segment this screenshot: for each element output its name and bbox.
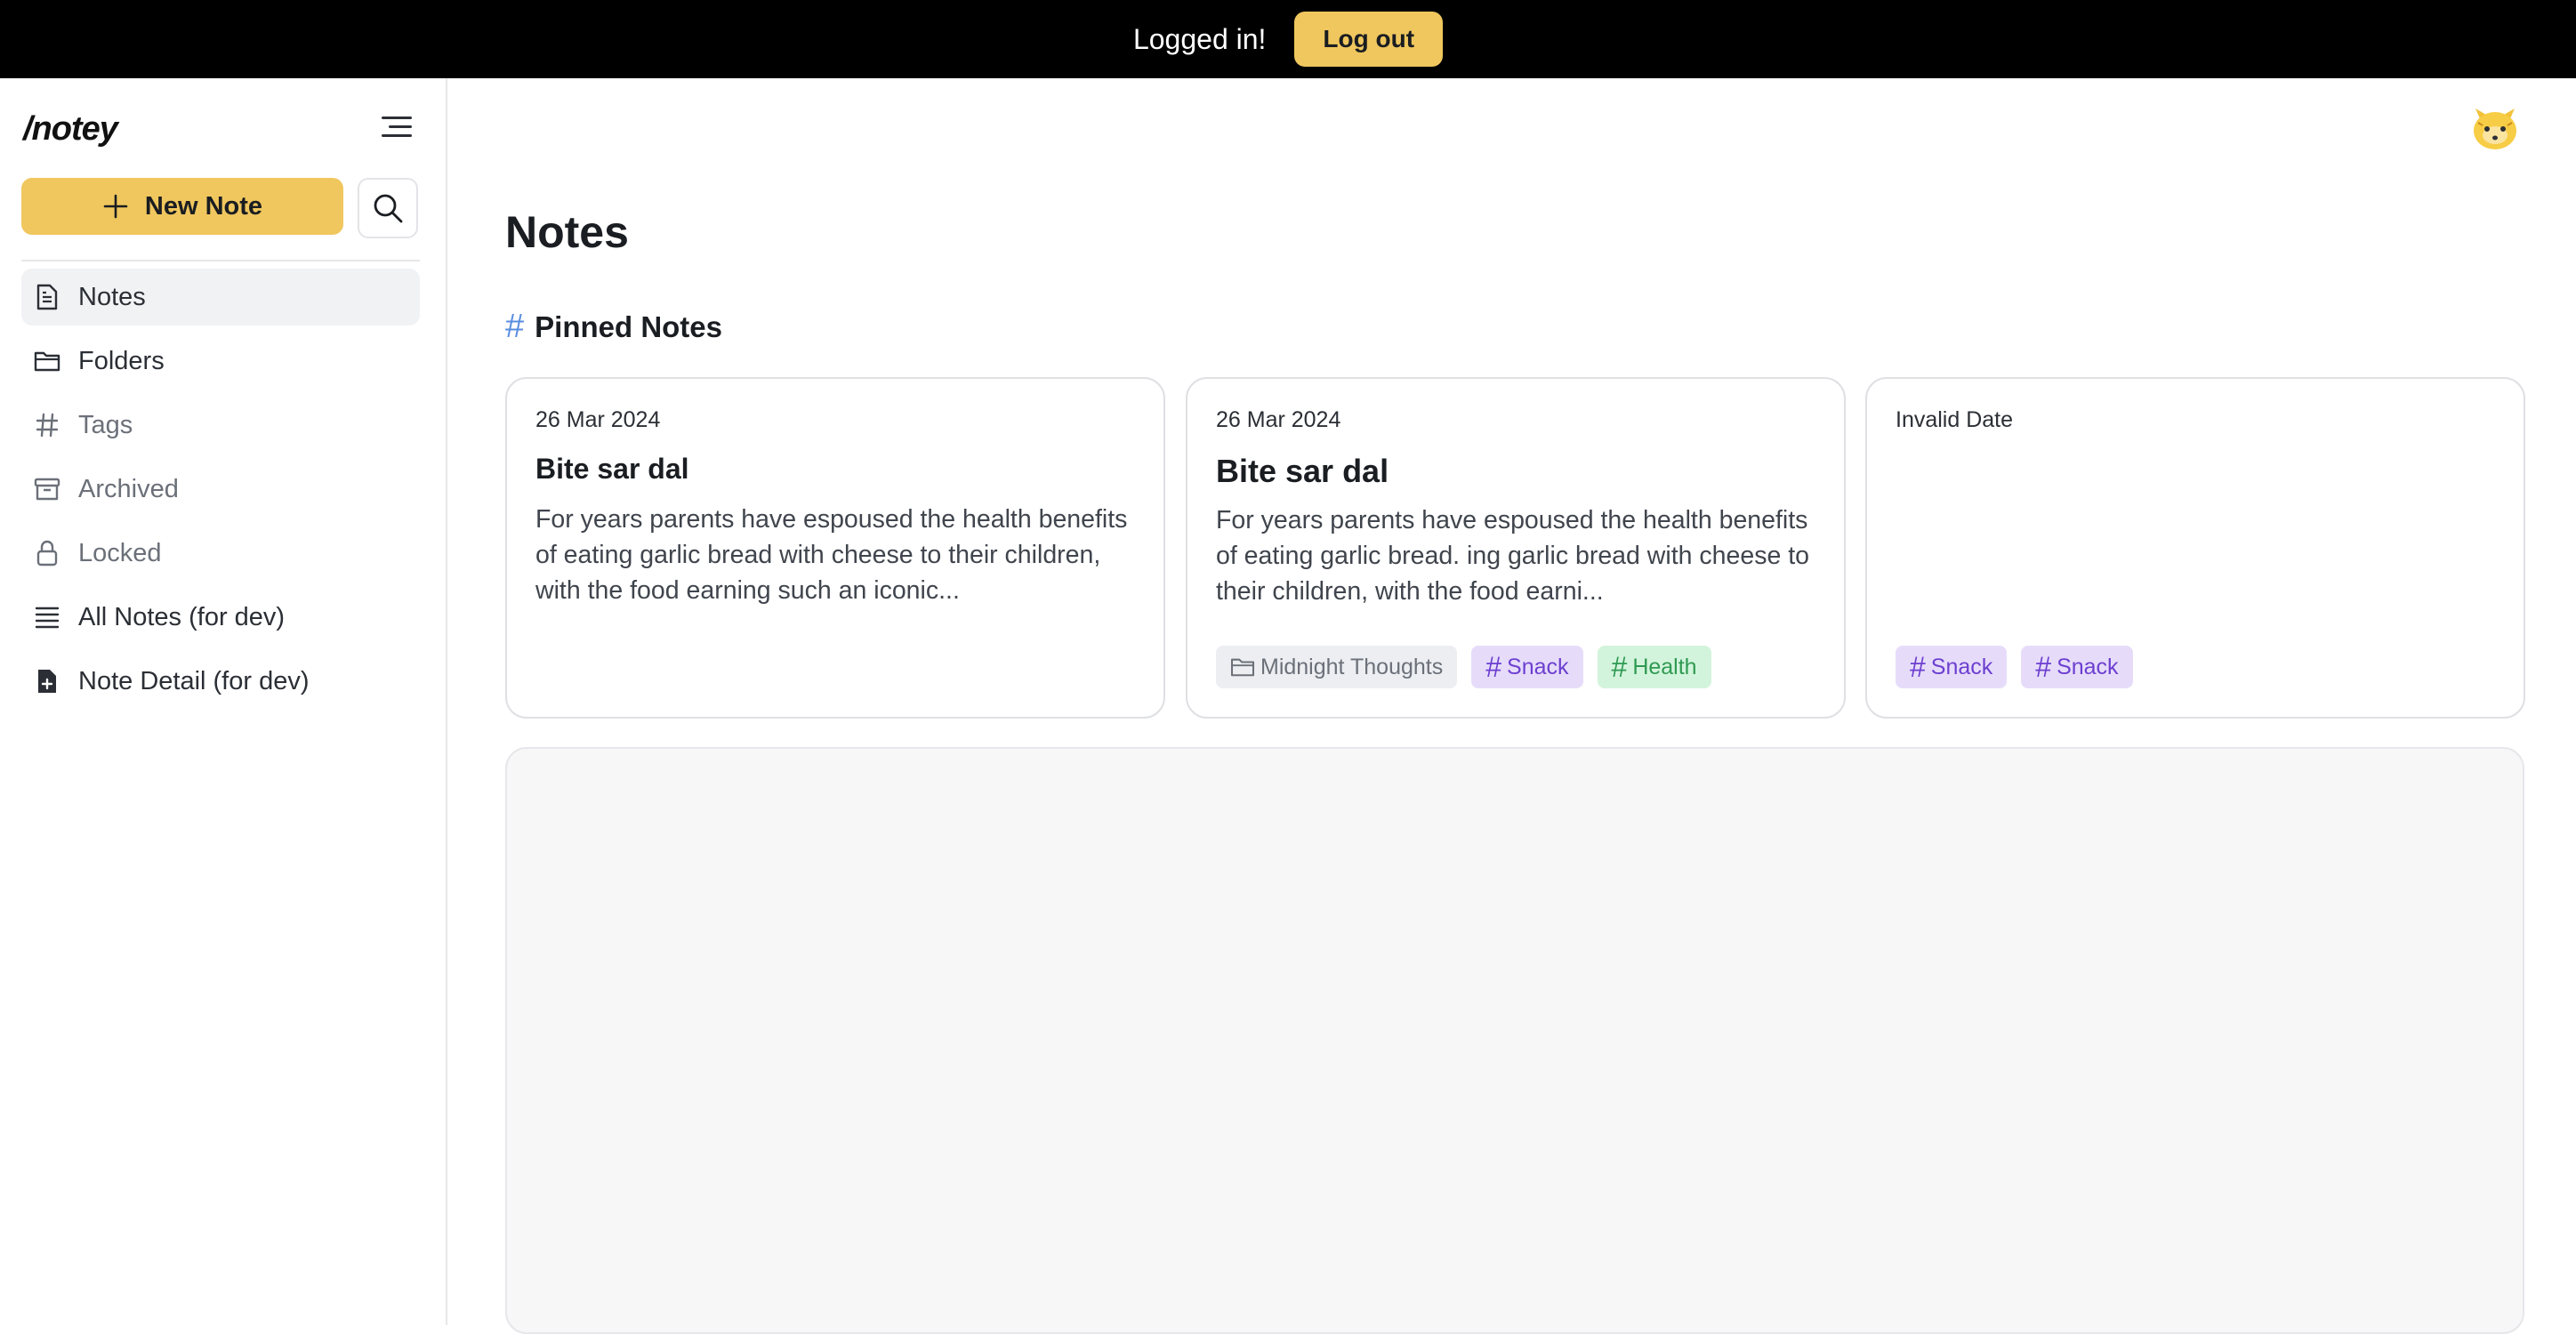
- note-card[interactable]: 26 Mar 2024 Bite sar dal For years paren…: [505, 377, 1165, 719]
- login-status-bar: Logged in! Log out: [0, 0, 2576, 78]
- hash-icon: [34, 412, 60, 438]
- folder-badge[interactable]: Midnight Thoughts: [1216, 646, 1458, 688]
- list-icon: [34, 604, 60, 631]
- sidebar-item-label: Tags: [78, 410, 133, 439]
- document-icon: [34, 284, 60, 310]
- page-title: Notes: [505, 207, 629, 257]
- file-plus-icon: [34, 668, 60, 695]
- user-avatar[interactable]: [2467, 100, 2523, 155]
- note-card[interactable]: Invalid Date # Snack # Snack: [1865, 377, 2525, 719]
- login-status-message: Logged in!: [1132, 22, 1267, 55]
- note-title: Bite sar dal: [535, 453, 689, 485]
- pinned-notes-header: # Pinned Notes: [505, 308, 722, 346]
- tag-badge[interactable]: # Snack: [1896, 646, 2008, 688]
- sidebar-item-tags[interactable]: Tags: [21, 397, 420, 454]
- hash-icon: #: [505, 308, 525, 345]
- tag-label: Health: [1632, 654, 1697, 679]
- note-tags: Midnight Thoughts # Snack # Health: [1216, 646, 1711, 688]
- sidebar-item-label: Archived: [78, 474, 179, 503]
- sidebar-item-archived[interactable]: Archived: [21, 461, 420, 518]
- pinned-notes-label: Pinned Notes: [535, 309, 722, 343]
- sidebar-item-label: Notes: [78, 282, 146, 311]
- logout-button[interactable]: Log out: [1294, 12, 1444, 67]
- search-icon: [374, 194, 403, 223]
- new-note-label: New Note: [144, 191, 263, 221]
- new-note-button[interactable]: New Note: [21, 178, 343, 235]
- sidebar-item-label: Locked: [78, 538, 162, 567]
- sidebar-item-notes[interactable]: Notes: [21, 269, 420, 325]
- sidebar-nav: Notes Folders Tags Archived Locked All N…: [21, 269, 420, 717]
- menu-icon[interactable]: [381, 114, 413, 141]
- plus-icon: [103, 194, 128, 219]
- note-card[interactable]: 26 Mar 2024 Bite sar dal For years paren…: [1186, 377, 1846, 719]
- hash-icon: #: [1485, 650, 1502, 683]
- archive-icon: [34, 476, 60, 502]
- sidebar-item-label: Folders: [78, 346, 165, 375]
- sidebar: /notey New Note Notes Folders Tags Archi…: [0, 78, 447, 1325]
- app-logo[interactable]: /notey: [23, 110, 118, 149]
- hash-icon: #: [2035, 650, 2052, 683]
- folder-icon: [1230, 658, 1255, 677]
- tag-label: Snack: [2057, 654, 2119, 679]
- note-date: 26 Mar 2024: [535, 407, 661, 432]
- folder-icon: [34, 348, 60, 374]
- sidebar-item-note-detail[interactable]: Note Detail (for dev): [21, 653, 420, 710]
- tag-badge[interactable]: # Snack: [1471, 646, 1583, 688]
- sidebar-item-label: All Notes (for dev): [78, 602, 286, 631]
- hash-icon: #: [1611, 650, 1628, 683]
- note-excerpt: For years parents have espoused the heal…: [535, 505, 1128, 605]
- note-date: Invalid Date: [1896, 407, 2014, 432]
- sidebar-item-folders[interactable]: Folders: [21, 333, 420, 390]
- sidebar-divider: [21, 260, 420, 261]
- search-button[interactable]: [358, 178, 418, 238]
- note-title: Bite sar dal: [1216, 453, 1389, 489]
- sidebar-item-all-notes[interactable]: All Notes (for dev): [21, 589, 420, 646]
- hash-icon: #: [1910, 650, 1926, 683]
- lock-icon: [34, 540, 60, 567]
- tag-label: Snack: [1930, 654, 1993, 679]
- notes-list-panel: [505, 747, 2524, 1334]
- note-date: 26 Mar 2024: [1216, 407, 1341, 432]
- tag-badge[interactable]: # Health: [1597, 646, 1711, 688]
- tag-badge[interactable]: # Snack: [2021, 646, 2133, 688]
- folder-badge-label: Midnight Thoughts: [1260, 654, 1444, 679]
- note-tags: # Snack # Snack: [1896, 646, 2133, 688]
- sidebar-item-locked[interactable]: Locked: [21, 525, 420, 582]
- tag-label: Snack: [1507, 654, 1569, 679]
- sidebar-item-label: Note Detail (for dev): [78, 666, 310, 695]
- note-excerpt: For years parents have espoused the heal…: [1216, 506, 1809, 606]
